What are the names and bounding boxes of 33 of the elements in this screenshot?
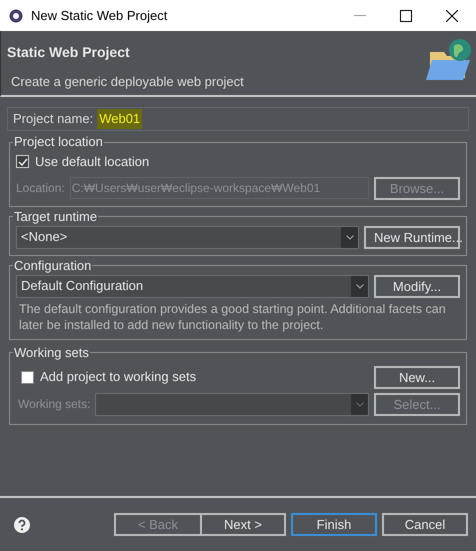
modify-button[interactable]: Modify... xyxy=(374,274,460,298)
group-legend: Target runtime xyxy=(13,210,98,224)
chevron-down-icon xyxy=(356,402,364,406)
checkbox[interactable] xyxy=(21,370,34,384)
minimize-icon[interactable] xyxy=(354,14,366,16)
window-title: New Static Web Project xyxy=(31,6,168,25)
checkmark-icon xyxy=(18,156,28,167)
dialog-button[interactable]: Finish xyxy=(291,513,377,536)
checkbox-label: Add project to working sets xyxy=(40,368,196,386)
page-description: Create a generic deployable web project xyxy=(11,73,245,91)
chevron-down-icon xyxy=(356,284,364,288)
checkbox[interactable] xyxy=(16,155,29,168)
field-label: Location: xyxy=(16,180,65,197)
checkbox-label: Use default location xyxy=(35,153,150,171)
select-value: Default Configuration xyxy=(20,277,144,296)
group-legend: Project location xyxy=(13,135,104,149)
close-icon[interactable] xyxy=(446,10,458,22)
group-legend: Configuration xyxy=(13,258,92,272)
new-button[interactable]: New... xyxy=(374,366,460,388)
configuration-description: The default configuration provides a good starting point. Additional facets can later be installed to add new functionality to the project. xyxy=(18,300,447,332)
gear-icon xyxy=(8,8,24,24)
group-legend: Working sets xyxy=(13,346,90,360)
select-value: <None> xyxy=(20,228,68,246)
field-label: Working sets: xyxy=(18,396,90,413)
maximize-icon[interactable] xyxy=(400,10,412,22)
folder-globe-icon xyxy=(424,36,474,82)
configuration-select[interactable]: Default Configuration xyxy=(16,274,369,298)
help-icon[interactable] xyxy=(14,516,30,532)
dialog-button[interactable]: Next > xyxy=(200,513,286,536)
runtime-select[interactable]: <None> xyxy=(16,226,359,248)
chevron-down-icon xyxy=(346,234,354,240)
dialog-button[interactable]: Cancel xyxy=(382,513,468,536)
page-title: Static Web Project xyxy=(7,43,131,62)
